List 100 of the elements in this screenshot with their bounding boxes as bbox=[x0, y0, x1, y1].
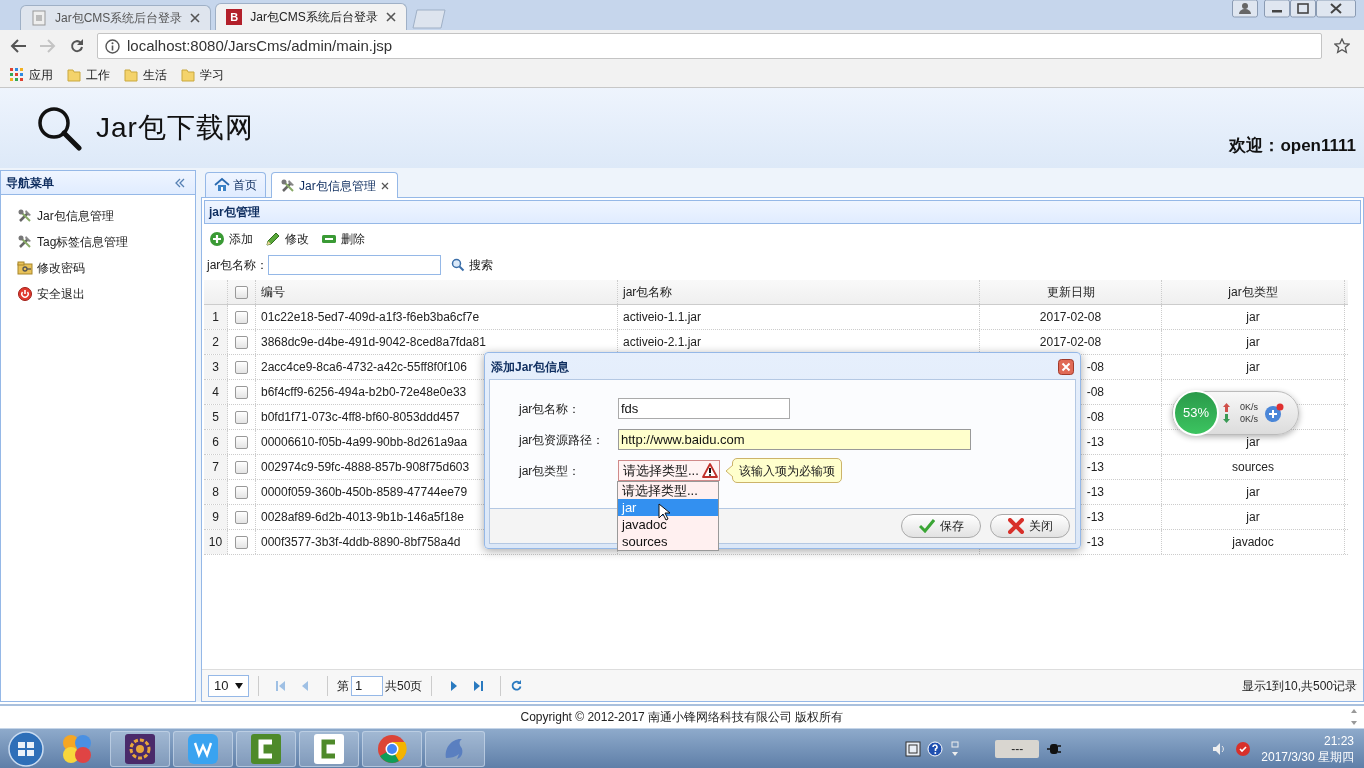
checkbox[interactable] bbox=[235, 485, 248, 499]
table-cell-text: jar bbox=[1246, 509, 1260, 526]
upload-arrow-icon bbox=[1223, 403, 1230, 412]
search-field[interactable] bbox=[268, 255, 442, 275]
checkbox[interactable] bbox=[235, 535, 248, 549]
checkbox[interactable] bbox=[235, 285, 248, 299]
window-icon[interactable] bbox=[905, 740, 922, 757]
back-icon[interactable] bbox=[9, 38, 27, 54]
user-icon[interactable] bbox=[1232, 0, 1258, 18]
help-icon[interactable] bbox=[927, 740, 944, 757]
power-plug-icon[interactable] bbox=[1047, 742, 1062, 755]
table-cell-text: -13 bbox=[1086, 484, 1104, 501]
column-header[interactable]: 更新日期 bbox=[980, 280, 1162, 304]
dialog-title: 添加Jar包信息 bbox=[491, 359, 570, 376]
dialog-button[interactable]: 保存 bbox=[901, 514, 981, 538]
dropdown-caret-icon bbox=[235, 682, 243, 689]
star-icon[interactable] bbox=[1334, 38, 1350, 54]
toolbar-button[interactable]: 删除 bbox=[321, 228, 365, 250]
taskbar-button[interactable] bbox=[110, 730, 170, 767]
add-icon[interactable] bbox=[209, 231, 225, 247]
w-letter-icon[interactable] bbox=[188, 733, 218, 764]
folder-icon bbox=[181, 67, 195, 82]
page-tab[interactable]: Jar包信息管理 bbox=[271, 172, 398, 198]
toolbar-button[interactable]: 修改 bbox=[265, 228, 309, 250]
site-title: Jar包下载网 bbox=[96, 111, 254, 145]
text-field[interactable]: fds bbox=[618, 398, 790, 419]
sidebar-item[interactable]: 安全退出 bbox=[17, 286, 195, 302]
taskbar-button[interactable] bbox=[299, 730, 359, 767]
checkbox[interactable] bbox=[235, 360, 248, 374]
row-number: 1 bbox=[204, 305, 228, 329]
close-icon[interactable] bbox=[190, 13, 201, 23]
reload-icon[interactable] bbox=[69, 38, 85, 54]
show-hidden-icon[interactable] bbox=[951, 740, 960, 757]
column-header[interactable]: jar包名称 bbox=[618, 280, 980, 304]
cross-icon bbox=[1007, 518, 1024, 534]
browser-tab[interactable]: B Jar包CMS系统后台登录 bbox=[215, 3, 407, 30]
text-field[interactable]: http://www.baidu.com bbox=[618, 429, 971, 450]
tools-icon bbox=[17, 208, 33, 224]
taskbar-button[interactable] bbox=[236, 730, 296, 767]
page-tab[interactable]: 首页 bbox=[205, 172, 266, 197]
bookmark[interactable]: 工作 bbox=[67, 65, 110, 84]
table-cell-text: jar bbox=[1246, 359, 1260, 376]
mouse-cursor-icon bbox=[658, 503, 670, 521]
toolbar-button[interactable]: 添加 bbox=[209, 228, 253, 250]
favicon: B bbox=[226, 9, 243, 25]
bookmark[interactable]: 应用 bbox=[10, 65, 53, 84]
page-size-select[interactable]: 10 bbox=[208, 674, 249, 697]
refresh-icon[interactable] bbox=[510, 679, 524, 692]
column-header[interactable]: jar包类型 bbox=[1162, 280, 1345, 304]
checkbox[interactable] bbox=[235, 435, 248, 449]
search-button[interactable]: 搜索 bbox=[451, 256, 494, 274]
table-cell-text: 01c22e18-5ed7-409d-a1f3-f6eb3ba6cf7e bbox=[261, 309, 480, 326]
maximize-icon[interactable] bbox=[1290, 0, 1316, 18]
dialog-button[interactable]: 关闭 bbox=[990, 514, 1070, 538]
table-cell-text: -13 bbox=[1086, 434, 1104, 451]
checkbox[interactable] bbox=[235, 510, 248, 524]
dropdown-option[interactable]: javadoc bbox=[618, 516, 718, 533]
scroll-arrows-icon[interactable] bbox=[1350, 708, 1358, 726]
bookmark[interactable]: 生活 bbox=[124, 65, 167, 84]
checkbox[interactable] bbox=[235, 335, 248, 349]
checkbox[interactable] bbox=[235, 310, 248, 324]
close-icon[interactable] bbox=[385, 12, 396, 22]
checkbox[interactable] bbox=[235, 460, 248, 474]
close-icon[interactable] bbox=[1058, 359, 1074, 375]
sidebar-item[interactable]: Tag标签信息管理 bbox=[17, 234, 195, 250]
table-cell-text: -08 bbox=[1086, 384, 1104, 401]
upload-speed: 0K/s bbox=[1240, 401, 1258, 413]
page-number-field[interactable]: 1 bbox=[351, 675, 383, 696]
table-cell-text: 2017-02-08 bbox=[1039, 309, 1102, 326]
collapse-icon[interactable] bbox=[174, 176, 186, 189]
c-letter-icon[interactable] bbox=[314, 733, 344, 764]
address-bar[interactable]: localhost:8080/JarsCms/admin/main.jsp bbox=[97, 33, 1322, 59]
battery-indicator: --- bbox=[995, 739, 1040, 758]
sidebar-item[interactable]: 修改密码 bbox=[17, 260, 195, 276]
browser-tab[interactable]: Jar包CMS系统后台登录 bbox=[20, 5, 212, 30]
pencil-icon[interactable] bbox=[265, 231, 281, 247]
dropdown-option[interactable]: 请选择类型... bbox=[618, 482, 718, 499]
type-select[interactable]: 请选择类型... bbox=[618, 460, 720, 481]
last-page-icon[interactable] bbox=[473, 679, 486, 692]
bookmark[interactable]: 学习 bbox=[181, 65, 224, 84]
table-cell-text: activeio-2.1.jar bbox=[623, 334, 702, 351]
close-icon[interactable] bbox=[380, 181, 389, 190]
row-number: 8 bbox=[204, 480, 228, 504]
tab-title: Jar包CMS系统后台登录 bbox=[55, 10, 183, 27]
minimize-icon[interactable] bbox=[1264, 0, 1290, 18]
tools-icon bbox=[17, 234, 33, 250]
field-label: jar包资源路径： bbox=[519, 431, 606, 449]
c-letter-icon[interactable] bbox=[251, 733, 281, 764]
gear-icon[interactable] bbox=[125, 733, 155, 764]
sidebar-item[interactable]: Jar包信息管理 bbox=[17, 208, 195, 224]
close-icon[interactable] bbox=[1316, 0, 1356, 18]
download-arrow-icon bbox=[1223, 414, 1230, 423]
dropdown-option[interactable]: sources bbox=[618, 533, 718, 550]
start-button[interactable] bbox=[6, 729, 46, 768]
add-icon[interactable] bbox=[1264, 403, 1284, 423]
column-header[interactable]: 编号 bbox=[256, 280, 618, 304]
shield-icon[interactable] bbox=[1235, 740, 1252, 757]
checkbox[interactable] bbox=[235, 410, 248, 424]
browser-icon[interactable] bbox=[377, 733, 407, 764]
checkbox[interactable] bbox=[235, 385, 248, 399]
